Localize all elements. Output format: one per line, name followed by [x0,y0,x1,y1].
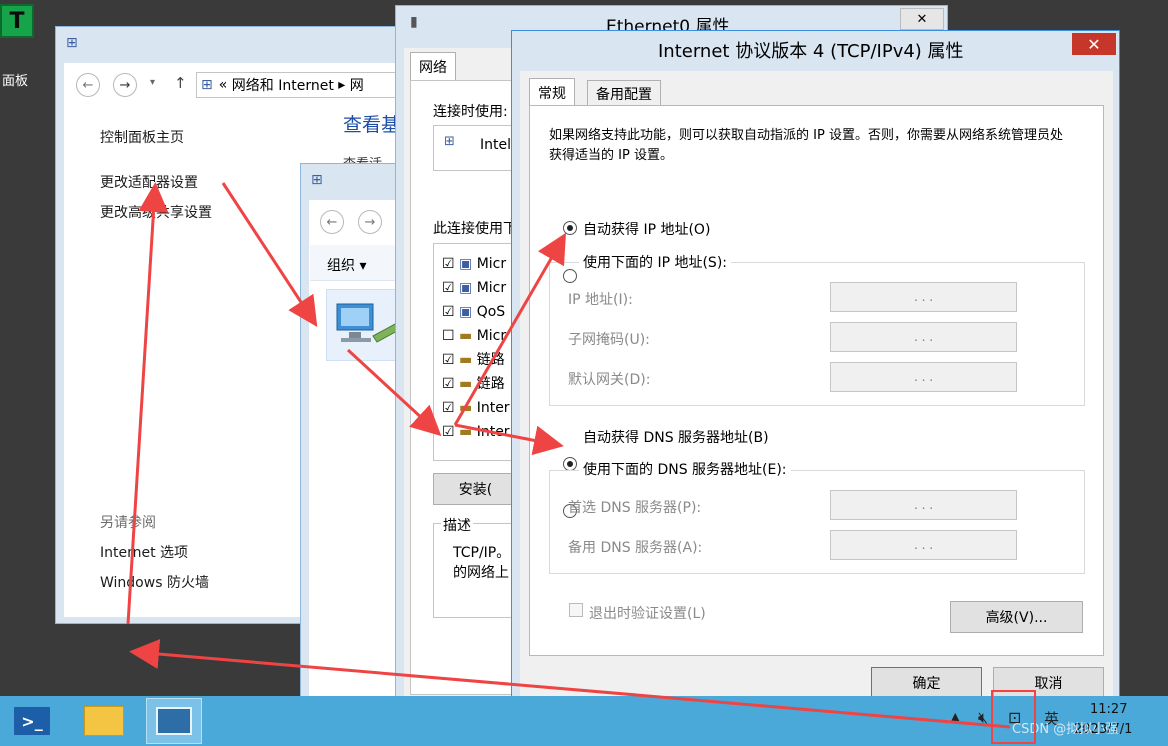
arrow-to-ipv4-item [346,348,442,437]
annotation-arrows [126,182,1011,729]
arrow-to-auto-dns [454,423,564,456]
arrow-tray-to-cp [129,639,1011,729]
arrow-to-adapter-tile [221,182,318,328]
arrow-to-auto-ip [453,232,567,426]
arrow-to-adapter-link [126,182,169,625]
